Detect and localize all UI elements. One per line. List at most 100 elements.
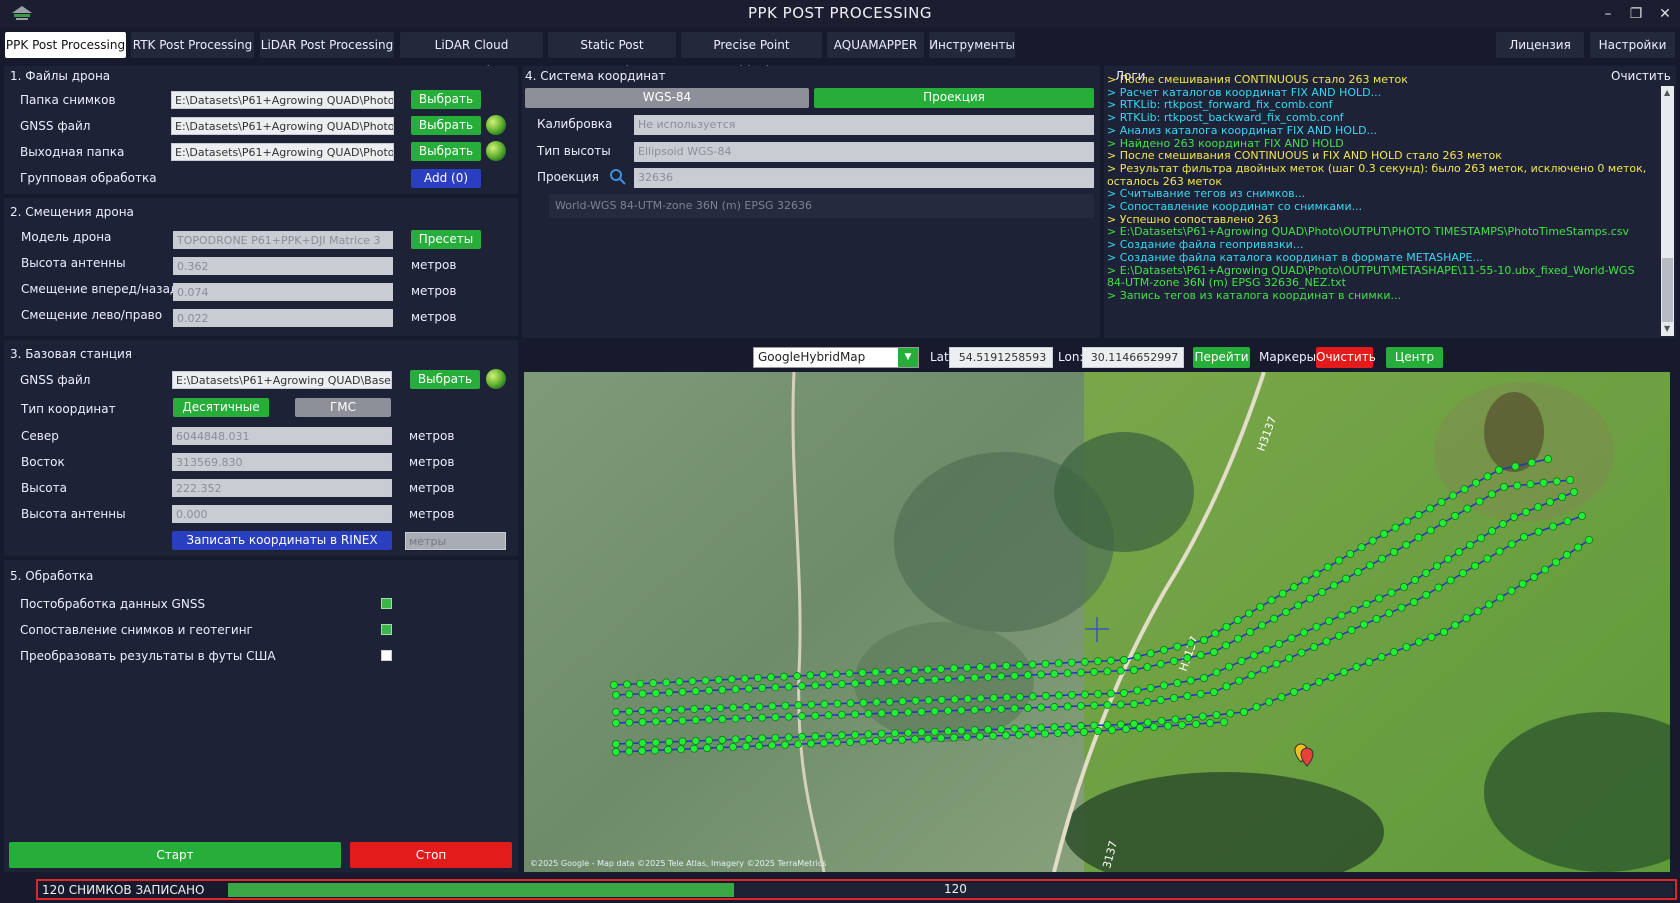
photo-point[interactable]	[1458, 569, 1467, 578]
photo-point[interactable]	[741, 742, 750, 751]
photo-point[interactable]	[716, 704, 725, 713]
photo-point[interactable]	[1310, 642, 1319, 651]
photo-point[interactable]	[1103, 700, 1112, 709]
photo-point[interactable]	[1327, 672, 1336, 681]
scroll-up-icon[interactable]: ▲	[1664, 88, 1670, 97]
photo-point[interactable]	[1510, 512, 1519, 521]
photo-point[interactable]	[1451, 621, 1460, 630]
photo-point[interactable]	[1306, 594, 1315, 603]
photo-point[interactable]	[1120, 655, 1129, 664]
globe-icon[interactable]	[486, 369, 506, 389]
photo-point[interactable]	[1544, 455, 1553, 464]
stop-button[interactable]: Стоп	[350, 842, 512, 868]
photo-point[interactable]	[678, 737, 687, 746]
photo-point[interactable]	[623, 680, 632, 689]
height-field[interactable]: 222.352	[172, 479, 392, 497]
photo-point[interactable]	[1270, 614, 1279, 623]
photo-point[interactable]	[704, 736, 713, 745]
photo-point[interactable]	[1578, 511, 1587, 520]
photo-point[interactable]	[1347, 626, 1356, 635]
photo-point[interactable]	[859, 698, 868, 707]
photo-point[interactable]	[1354, 567, 1363, 576]
photo-point[interactable]	[1063, 669, 1072, 678]
photo-point[interactable]	[1466, 540, 1475, 549]
photo-point[interactable]	[1067, 690, 1076, 699]
photo-point[interactable]	[930, 707, 939, 716]
photo-point[interactable]	[1090, 667, 1099, 676]
photo-point[interactable]	[864, 730, 873, 739]
photo-point[interactable]	[1340, 667, 1349, 676]
photo-point[interactable]	[1210, 687, 1219, 696]
photo-point[interactable]	[930, 727, 939, 736]
photo-point[interactable]	[845, 737, 854, 746]
photo-point[interactable]	[1183, 691, 1192, 700]
photo-point[interactable]	[997, 704, 1006, 713]
photo-point[interactable]	[664, 706, 673, 715]
photo-point[interactable]	[1212, 668, 1221, 677]
photo-point[interactable]	[1010, 671, 1019, 680]
photo-point[interactable]	[871, 668, 880, 677]
photo-point[interactable]	[1028, 692, 1037, 701]
satellite-map[interactable]: Н3137 Н3137 3137 ©2025 Google - Map data…	[524, 372, 1670, 872]
photo-point[interactable]	[612, 718, 621, 727]
photo-point[interactable]	[651, 717, 660, 726]
scroll-thumb[interactable]	[1662, 258, 1673, 322]
photo-point[interactable]	[1337, 611, 1346, 620]
photo-point[interactable]	[950, 695, 959, 704]
photo-point[interactable]	[1287, 634, 1296, 643]
photos-folder-field[interactable]: E:\Datasets\P61+Agrowing QUAD\Photo	[171, 91, 394, 109]
photo-point[interactable]	[649, 679, 658, 688]
photo-point[interactable]	[612, 707, 621, 716]
photo-point[interactable]	[890, 708, 899, 717]
photo-point[interactable]	[1212, 710, 1221, 719]
photo-point[interactable]	[1527, 458, 1536, 467]
photo-point[interactable]	[731, 714, 740, 723]
photo-point[interactable]	[1233, 616, 1242, 625]
center-button[interactable]: Центр	[1386, 347, 1443, 368]
close-icon[interactable]: ✕	[1654, 4, 1676, 24]
photo-point[interactable]	[1222, 641, 1231, 650]
photo-point[interactable]	[1585, 535, 1594, 544]
photo-point[interactable]	[832, 738, 841, 747]
photo-point[interactable]	[845, 669, 854, 678]
photo-point[interactable]	[744, 734, 753, 743]
write-rinex-button[interactable]: Записать координаты в RINEX	[172, 531, 392, 550]
photo-point[interactable]	[1463, 504, 1472, 513]
photo-point[interactable]	[1446, 576, 1455, 585]
photo-point[interactable]	[780, 740, 789, 749]
photo-point[interactable]	[1563, 550, 1572, 559]
photo-point[interactable]	[1477, 533, 1486, 542]
photo-point[interactable]	[904, 676, 913, 685]
photo-point[interactable]	[963, 694, 972, 703]
photo-point[interactable]	[1200, 635, 1209, 644]
base-gnss-field[interactable]: E:\Datasets\P61+Agrowing QUAD\Base\Re	[172, 371, 392, 389]
photo-point[interactable]	[930, 675, 939, 684]
photo-point[interactable]	[877, 709, 886, 718]
photo-point[interactable]	[1160, 645, 1169, 654]
globe-icon[interactable]	[486, 141, 506, 161]
photo-point[interactable]	[1437, 498, 1446, 507]
photo-point[interactable]	[1041, 729, 1050, 738]
output-folder-field[interactable]: E:\Datasets\P61+Agrowing QUAD\Photo\O	[171, 143, 394, 161]
photo-point[interactable]	[1157, 716, 1166, 725]
photo-point[interactable]	[832, 670, 841, 679]
photo-point[interactable]	[1440, 627, 1449, 636]
photo-point[interactable]	[1067, 728, 1076, 737]
map-type-select[interactable]: GoogleHybridMap ▼	[753, 347, 919, 368]
photo-point[interactable]	[1346, 549, 1355, 558]
photo-point[interactable]	[1080, 727, 1089, 736]
tab-ppp[interactable]: Precise Point Positioning	[681, 32, 822, 78]
select-base-button[interactable]: Выбрать	[410, 370, 480, 389]
photo-point[interactable]	[718, 715, 727, 724]
photo-point[interactable]	[1546, 498, 1555, 507]
tab-license[interactable]: Лицензия	[1496, 32, 1584, 58]
photo-point[interactable]	[1487, 490, 1496, 499]
photo-point[interactable]	[858, 668, 867, 677]
photo-point[interactable]	[962, 732, 971, 741]
photo-point[interactable]	[1090, 701, 1099, 710]
photo-point[interactable]	[877, 678, 886, 687]
photo-point[interactable]	[731, 685, 740, 694]
photo-point[interactable]	[1483, 554, 1492, 563]
photo-point[interactable]	[691, 687, 700, 696]
photo-point[interactable]	[651, 706, 660, 715]
